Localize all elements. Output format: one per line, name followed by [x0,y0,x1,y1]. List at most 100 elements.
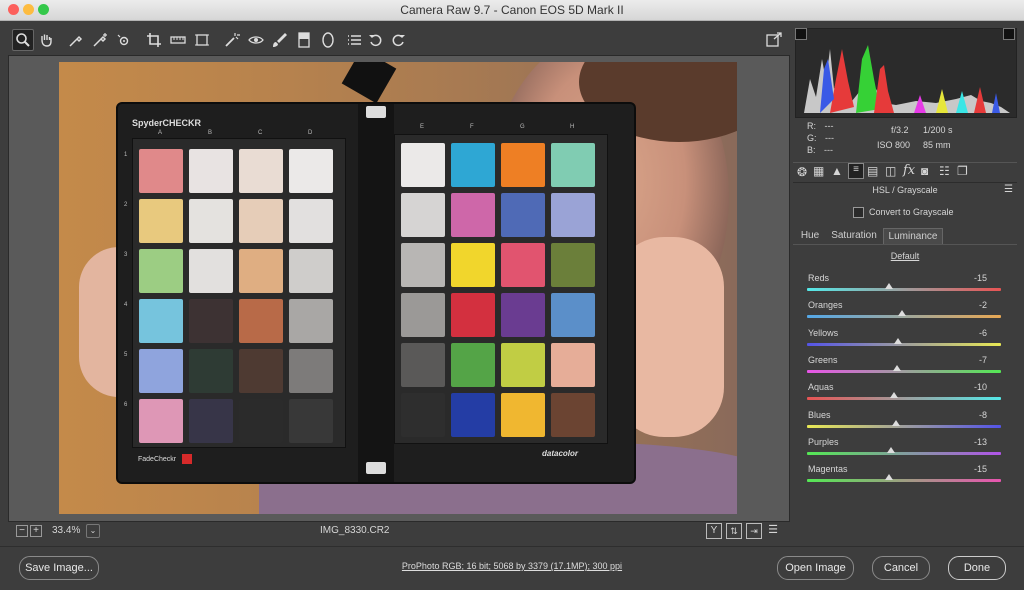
slider-thumb[interactable] [890,392,899,399]
slider-track[interactable] [807,479,1001,483]
color-patch [189,399,233,443]
lens-corrections-panel-icon[interactable]: ◫ [885,164,896,178]
camera-calibration-panel-icon[interactable]: ◙ [921,164,928,178]
panel-menu-icon[interactable]: ☰ [1004,184,1013,195]
basic-panel-icon[interactable]: ❂ [797,165,807,179]
slider-value[interactable]: -15 [974,273,987,283]
copy-settings-icon[interactable]: ⇥ [746,523,762,539]
workflow-options-text[interactable]: ProPhoto RGB; 16 bit; 5068 by 3379 (17.1… [402,561,622,571]
zoom-dropdown-chevron-icon[interactable]: ⌄ [86,524,100,538]
slider-magentas[interactable]: Magentas -15 [807,464,1001,490]
zoom-in-button[interactable]: + [30,525,42,537]
adjustment-brush-icon[interactable] [270,30,290,50]
grid-label: 1 [124,152,128,158]
slider-thumb[interactable] [892,419,901,426]
spot-removal-tool-icon[interactable] [222,30,242,50]
image-preview[interactable]: SpyderCHECKR A B C D E F G H 1 2 3 4 5 6 FadeCheckr… [8,55,790,522]
grid-label: G [520,124,525,130]
slider-value[interactable]: -7 [979,355,987,365]
slider-value[interactable]: -2 [979,300,987,310]
slider-reds[interactable]: Reds -15 [807,273,1001,299]
convert-grayscale-checkbox[interactable] [853,207,864,218]
slider-value[interactable]: -8 [979,410,987,420]
slider-track[interactable] [807,424,1001,428]
hsl-panel-icon[interactable]: ≡ [848,163,864,179]
highlight-clipping-warning-icon[interactable] [1003,28,1015,40]
slider-thumb[interactable] [894,337,903,344]
slider-thumb[interactable] [887,446,896,453]
slider-aquas[interactable]: Aquas -10 [807,382,1001,408]
fade-checkr-patch [182,454,192,464]
zoom-level[interactable]: 33.4% [52,525,80,536]
targeted-adjustment-tool-icon[interactable] [114,30,134,50]
preferences-list-icon[interactable] [344,30,364,50]
slider-thumb[interactable] [885,283,894,289]
tone-curve-panel-icon[interactable]: ▦ [813,164,824,178]
default-link[interactable]: Default [793,251,1017,261]
cancel-button[interactable]: Cancel [872,556,930,580]
slider-thumb[interactable] [898,310,907,317]
effects-panel-icon[interactable]: fx [903,163,915,178]
grid-label: C [258,130,263,136]
color-patch [451,243,495,287]
tab-luminance[interactable]: Luminance [883,228,943,244]
slider-value[interactable]: -13 [974,437,987,447]
zoom-tool-icon[interactable] [12,29,34,51]
hand-tool-icon[interactable] [36,30,56,50]
tab-saturation[interactable]: Saturation [827,228,881,243]
slider-value[interactable]: -15 [974,464,987,474]
slider-track[interactable] [807,397,1001,401]
red-eye-tool-icon[interactable] [246,30,266,50]
transform-tool-icon[interactable] [192,30,212,50]
radial-filter-icon[interactable] [318,30,338,50]
workflow-options-link[interactable]: ProPhoto RGB; 16 bit; 5068 by 3379 (17.1… [0,561,1024,571]
before-after-y-icon[interactable]: Y [706,523,722,539]
open-image-button[interactable]: Open Image [777,556,854,580]
slider-yellows[interactable]: Yellows -6 [807,328,1001,354]
slider-track[interactable] [807,451,1001,455]
color-patch [401,393,445,437]
grid-label: 5 [124,352,128,358]
slider-value[interactable]: -6 [979,328,987,338]
straighten-tool-icon[interactable] [168,30,188,50]
adjustments-panel: R: --- G: --- B: --- f/3.2 1/200 s ISO 8… [793,28,1017,543]
panel-title: HSL / Grayscale [872,185,938,195]
toggle-settings-icon[interactable]: ☰ [766,523,780,537]
color-patch [289,399,333,443]
rotate-left-icon[interactable] [366,30,386,50]
detail-panel-icon[interactable]: ▲ [831,164,843,178]
focal-length: 85 mm [923,140,951,150]
iso: ISO 800 [877,140,911,150]
slider-thumb[interactable] [885,474,894,481]
color-patch [289,299,333,343]
grid-label: 4 [124,302,128,308]
rotate-right-icon[interactable] [388,30,408,50]
presets-panel-icon[interactable]: ☷ [939,164,950,178]
split-toning-panel-icon[interactable]: ▤ [867,164,878,178]
color-patch [139,299,183,343]
slider-oranges[interactable]: Oranges -2 [807,300,1001,326]
slider-track[interactable] [807,288,1001,291]
white-balance-tool-icon[interactable] [66,30,86,50]
slider-thumb[interactable] [893,364,902,371]
toggle-fullscreen-icon[interactable] [764,30,784,50]
graduated-filter-icon[interactable] [294,30,314,50]
color-sampler-tool-icon[interactable] [90,30,110,50]
color-patch [289,349,333,393]
slider-purples[interactable]: Purples -13 [807,437,1001,463]
color-patch [189,199,233,243]
tab-hue[interactable]: Hue [795,228,825,243]
aperture: f/3.2 [891,125,909,135]
crop-tool-icon[interactable] [144,30,164,50]
slider-label: Greens [808,354,838,365]
done-button[interactable]: Done [948,556,1006,580]
zoom-out-button[interactable]: − [16,525,28,537]
slider-track[interactable] [807,342,1001,346]
snapshots-panel-icon[interactable]: ❐ [957,164,968,178]
slider-value[interactable]: -10 [974,382,987,392]
slider-track[interactable] [807,369,1001,373]
slider-blues[interactable]: Blues -8 [807,410,1001,436]
slider-greens[interactable]: Greens -7 [807,355,1001,381]
shadow-clipping-warning-icon[interactable] [795,28,807,40]
swap-settings-icon[interactable]: ⇅ [726,523,742,539]
